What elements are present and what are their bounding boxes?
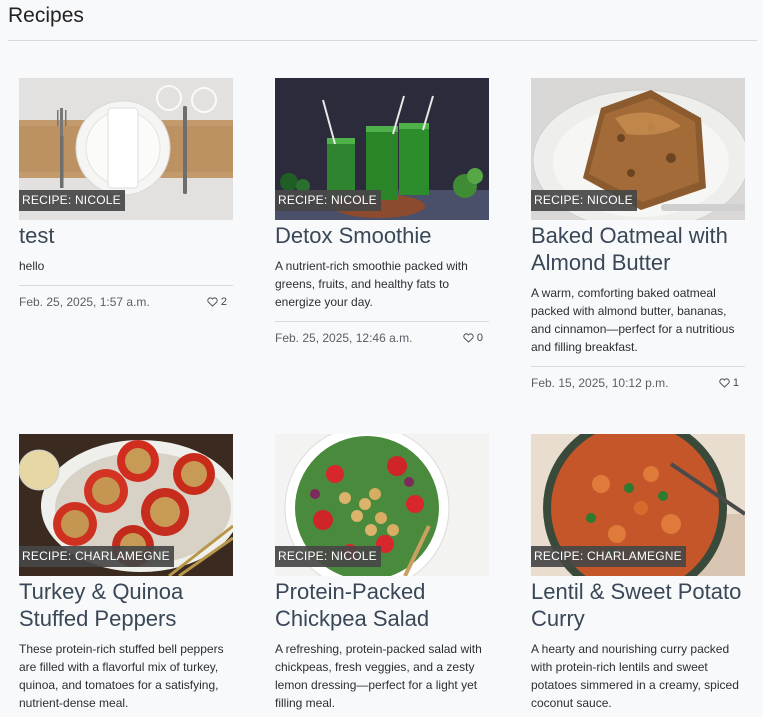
author-badge: RECIPE: CHARLAMEGNE [531,546,686,567]
card-meta: Feb. 15, 2025, 10:12 p.m. 1 [531,376,745,390]
recipe-title[interactable]: test [19,222,233,249]
recipe-title[interactable]: Turkey & Quinoa Stuffed Peppers [19,578,233,632]
recipe-date: Feb. 15, 2025, 10:12 p.m. [531,376,669,390]
like-button[interactable]: 0 [463,332,483,344]
recipe-card: RECIPE: NICOLE Detox Smoothie A nutrient… [275,78,489,345]
author-badge: RECIPE: NICOLE [275,190,381,211]
author-badge: RECIPE: CHARLAMEGNE [19,546,174,567]
author-badge: RECIPE: NICOLE [531,190,637,211]
like-button[interactable]: 1 [719,377,739,389]
recipe-title[interactable]: Lentil & Sweet Potato Curry [531,578,745,632]
recipe-card: RECIPE: CHARLAMEGNE Lentil & Sweet Potat… [531,434,745,712]
like-count: 2 [220,296,227,308]
recipe-description: hello [19,259,45,273]
heart-icon [463,333,474,343]
recipe-description: A warm, comforting baked oatmeal packed … [531,286,735,354]
heart-icon [207,297,218,307]
recipe-description: A hearty and nourishing curry packed wit… [531,642,739,710]
recipe-title[interactable]: Baked Oatmeal with Almond Butter [531,222,745,276]
author-badge: RECIPE: NICOLE [275,546,381,567]
recipe-card: RECIPE: NICOLE Protein-Packed Chickpea S… [275,434,489,712]
recipe-image[interactable]: RECIPE: NICOLE [275,78,489,220]
recipe-image[interactable]: RECIPE: NICOLE [531,78,745,220]
author-badge: RECIPE: NICOLE [19,190,125,211]
recipe-description: A refreshing, protein-packed salad with … [275,642,482,710]
like-count: 1 [732,377,739,389]
like-count: 0 [476,332,483,344]
card-divider [19,285,233,286]
recipe-card: RECIPE: CHARLAMEGNE Turkey & Quinoa Stuf… [19,434,233,712]
card-divider [275,321,489,322]
card-meta: Feb. 25, 2025, 12:46 a.m. 0 [275,331,489,345]
recipe-date: Feb. 25, 2025, 12:46 a.m. [275,331,413,345]
recipe-image[interactable]: RECIPE: NICOLE [19,78,233,220]
recipe-image[interactable]: RECIPE: NICOLE [275,434,489,576]
recipe-title[interactable]: Protein-Packed Chickpea Salad [275,578,489,632]
recipe-image[interactable]: RECIPE: CHARLAMEGNE [19,434,233,576]
recipe-date: Feb. 25, 2025, 1:57 a.m. [19,295,150,309]
card-divider [531,366,745,367]
like-button[interactable]: 2 [207,296,227,308]
card-meta: Feb. 25, 2025, 1:57 a.m. 2 [19,295,233,309]
recipe-image[interactable]: RECIPE: CHARLAMEGNE [531,434,745,576]
recipe-title[interactable]: Detox Smoothie [275,222,489,249]
recipe-description: These protein-rich stuffed bell peppers … [19,642,224,710]
recipe-card: RECIPE: NICOLE Baked Oatmeal with Almond… [531,78,745,390]
heart-icon [719,378,730,388]
recipe-description: A nutrient-rich smoothie packed with gre… [275,259,468,309]
title-divider [8,40,757,41]
recipe-card: RECIPE: NICOLE test hello Feb. 25, 2025,… [19,78,233,309]
page-title: Recipes [8,4,84,27]
